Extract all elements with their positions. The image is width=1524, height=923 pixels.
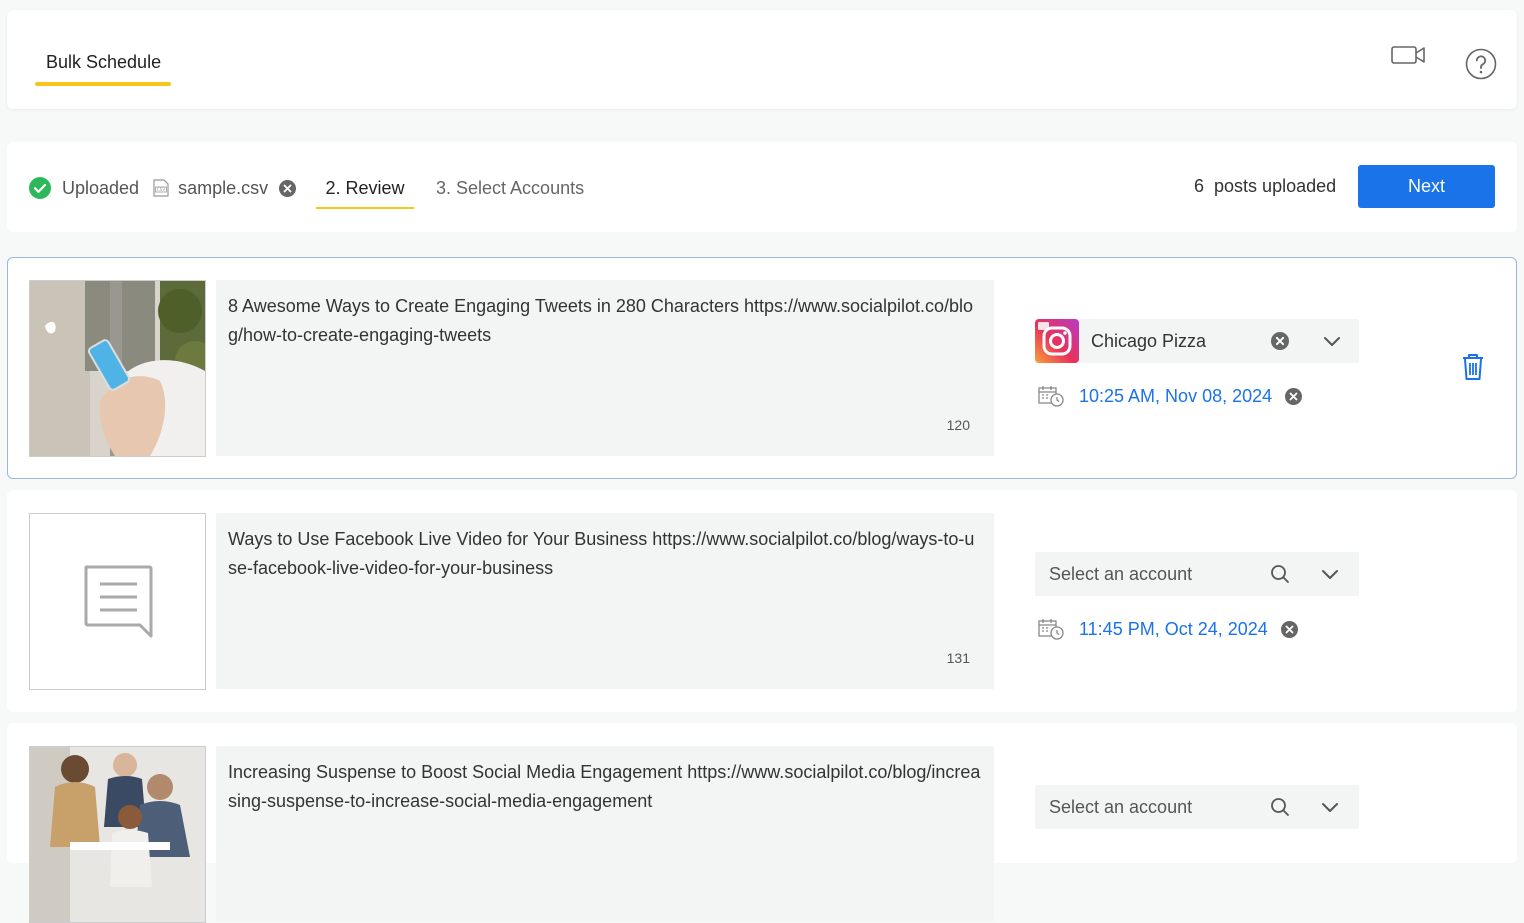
posts-count: 6 — [1194, 176, 1205, 196]
calendar-clock-icon — [1038, 619, 1064, 640]
steps-bar: Uploaded CSV sample.csv 2. Review 3. Sel… — [7, 142, 1517, 232]
post-text-editor[interactable]: Increasing Suspense to Boost Social Medi… — [216, 746, 994, 922]
schedule-time[interactable]: 10:25 AM, Nov 08, 2024 — [1079, 386, 1272, 407]
clear-schedule-icon[interactable] — [1285, 387, 1303, 405]
calendar-clock-icon — [1038, 386, 1064, 407]
account-name: Chicago Pizza — [1091, 330, 1207, 351]
svg-text:CSV: CSV — [157, 187, 166, 192]
post-thumbnail[interactable] — [29, 280, 206, 457]
post-card: Ways to Use Facebook Live Video for Your… — [7, 490, 1517, 712]
account-placeholder: Select an account — [1049, 796, 1193, 817]
account-select[interactable]: Chicago Pizza — [1035, 319, 1359, 363]
char-count: 120 — [946, 417, 970, 433]
instagram-icon — [1035, 319, 1079, 363]
next-button[interactable]: Next — [1358, 165, 1495, 208]
schedule-row: 10:25 AM, Nov 08, 2024 — [1038, 385, 1303, 407]
clear-schedule-icon[interactable] — [1280, 620, 1298, 638]
check-circle-icon — [29, 177, 51, 199]
step-review-label: 2. Review — [325, 178, 405, 198]
post-text: Increasing Suspense to Boost Social Medi… — [228, 762, 981, 811]
schedule-row: 11:45 PM, Oct 24, 2024 — [1038, 618, 1298, 640]
csv-file-icon: CSV — [153, 179, 169, 197]
chevron-down-icon[interactable] — [1323, 332, 1341, 350]
tab-active-indicator — [35, 82, 171, 86]
text-placeholder-icon — [84, 565, 153, 638]
search-icon[interactable] — [1270, 797, 1290, 817]
step-uploaded-label: Uploaded — [62, 177, 140, 198]
schedule-time[interactable]: 11:45 PM, Oct 24, 2024 — [1079, 619, 1268, 640]
char-count: 131 — [946, 650, 970, 666]
post-text-editor[interactable]: 8 Awesome Ways to Create Engaging Tweets… — [216, 280, 994, 456]
search-icon[interactable] — [1270, 564, 1290, 584]
tab-bulk-schedule[interactable]: Bulk Schedule — [35, 39, 171, 86]
post-thumbnail[interactable] — [29, 746, 206, 923]
step-review-tab[interactable]: 2. Review — [316, 167, 414, 209]
chevron-down-icon[interactable] — [1321, 798, 1339, 816]
file-name: sample.csv — [178, 177, 269, 198]
account-placeholder: Select an account — [1049, 563, 1193, 584]
step-select-accounts-tab[interactable]: 3. Select Accounts — [436, 178, 584, 199]
step-uploaded: Uploaded CSV sample.csv — [29, 177, 297, 199]
post-card: Increasing Suspense to Boost Social Medi… — [7, 723, 1517, 923]
post-thumbnail[interactable] — [29, 513, 206, 690]
post-text: 8 Awesome Ways to Create Engaging Tweets… — [228, 296, 974, 345]
account-select[interactable]: Select an account — [1035, 552, 1359, 596]
chevron-down-icon[interactable] — [1321, 565, 1339, 583]
posts-uploaded-count: 6 posts uploaded — [1194, 176, 1336, 197]
delete-post-icon[interactable] — [1461, 353, 1485, 381]
post-text-editor[interactable]: Ways to Use Facebook Live Video for Your… — [216, 513, 994, 689]
step-accounts-label: 3. Select Accounts — [436, 178, 585, 198]
step-active-indicator — [316, 207, 414, 209]
photo-hand-phone-icon — [30, 281, 205, 456]
help-icon[interactable] — [1465, 48, 1497, 80]
remove-file-icon[interactable] — [279, 179, 297, 197]
posts-label: posts uploaded — [1214, 176, 1337, 196]
post-text: Ways to Use Facebook Live Video for Your… — [228, 529, 975, 578]
photo-team-icon — [30, 747, 205, 922]
video-tutorial-icon[interactable] — [1391, 44, 1425, 66]
header-card: Bulk Schedule — [7, 10, 1517, 109]
clear-account-icon[interactable] — [1271, 332, 1289, 350]
account-select[interactable]: Select an account — [1035, 785, 1359, 829]
tab-bulk-schedule-label: Bulk Schedule — [46, 52, 162, 72]
post-card: 8 Awesome Ways to Create Engaging Tweets… — [7, 257, 1517, 479]
